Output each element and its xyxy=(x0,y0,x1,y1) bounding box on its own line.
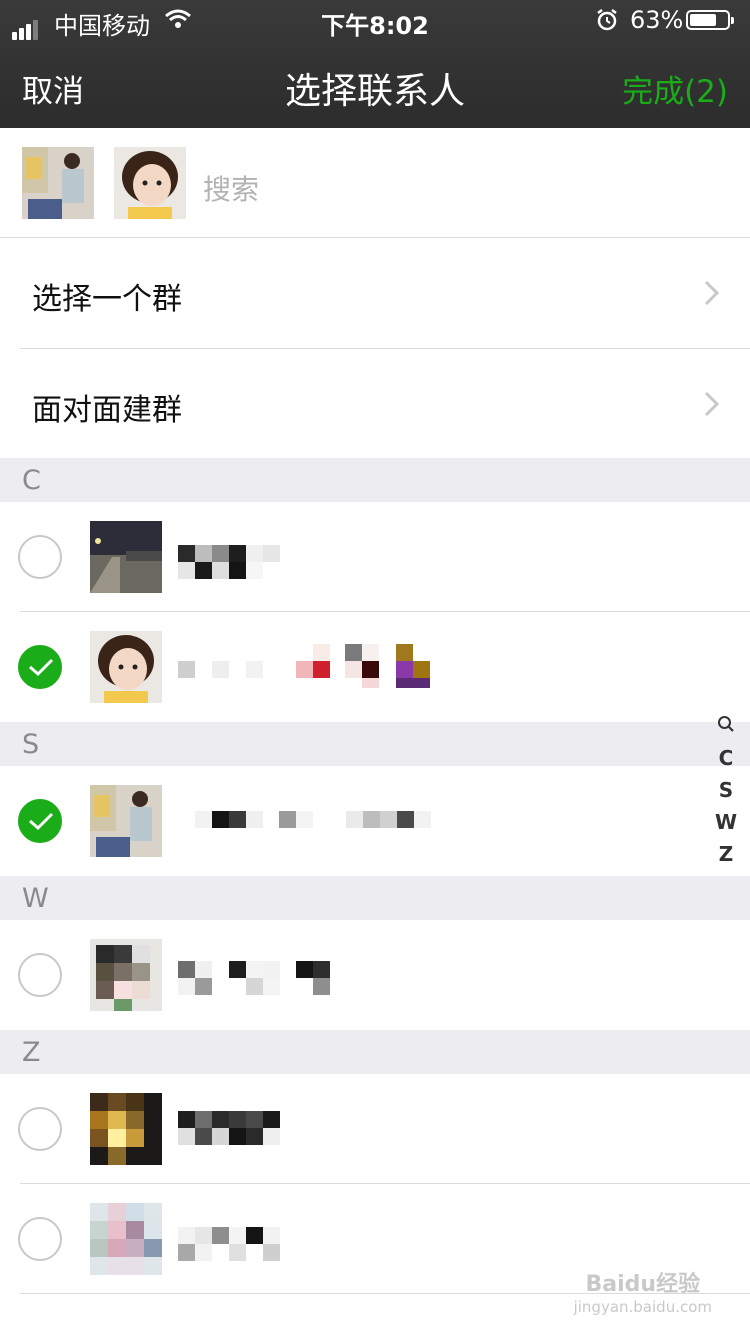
avatar xyxy=(90,1093,162,1165)
avatar xyxy=(90,1203,162,1275)
contact-row[interactable] xyxy=(0,920,750,1030)
section-letter: Z xyxy=(22,1037,41,1068)
top-bar: 中国移动 下午8:02 63% 取消 选择联系人 完成(2) xyxy=(0,0,750,128)
contact-row[interactable] xyxy=(0,766,750,876)
face-to-face-group-label: 面对面建群 xyxy=(32,393,182,428)
index-search-icon[interactable] xyxy=(714,710,738,742)
contact-row[interactable] xyxy=(0,502,750,612)
avatar xyxy=(90,521,162,593)
chevron-right-icon xyxy=(704,391,720,421)
index-letter[interactable]: S xyxy=(714,774,738,806)
avatar xyxy=(90,939,162,1011)
blurred-name xyxy=(178,1111,280,1149)
contact-row[interactable] xyxy=(0,612,750,722)
section-header-z: Z xyxy=(0,1030,750,1074)
avatar xyxy=(90,785,162,857)
index-letter[interactable]: C xyxy=(714,742,738,774)
select-group-label: 选择一个群 xyxy=(32,282,182,317)
selected-contacts-bar: 搜索 xyxy=(0,128,750,238)
battery-percent: 63% xyxy=(630,6,684,34)
avatar xyxy=(90,631,162,703)
done-button[interactable]: 完成(2) xyxy=(622,66,728,111)
index-letter[interactable]: Z xyxy=(714,838,738,870)
baidu-watermark: Baidu经验 jingyan.baidu.com xyxy=(574,1266,712,1316)
section-header-c: C xyxy=(0,458,750,502)
radio-checked-icon[interactable] xyxy=(18,645,62,689)
contact-row[interactable] xyxy=(0,1074,750,1184)
selected-avatar-2[interactable] xyxy=(114,147,186,219)
radio-checked-icon[interactable] xyxy=(18,799,62,843)
radio-unchecked[interactable] xyxy=(18,953,62,997)
section-letter: S xyxy=(22,729,40,760)
section-letter: W xyxy=(22,883,49,914)
blurred-name xyxy=(178,961,330,999)
chevron-right-icon xyxy=(704,280,720,310)
section-letter: C xyxy=(22,465,41,496)
blurred-name xyxy=(195,811,431,833)
radio-unchecked[interactable] xyxy=(18,535,62,579)
alarm-icon xyxy=(595,8,619,38)
search-input[interactable]: 搜索 xyxy=(203,168,259,208)
radio-unchecked[interactable] xyxy=(18,1217,62,1261)
select-group-row[interactable]: 选择一个群 xyxy=(0,238,750,348)
selected-avatar-1[interactable] xyxy=(22,147,94,219)
blurred-name xyxy=(178,545,282,583)
section-header-s: S xyxy=(0,722,750,766)
watermark-main: Baidu经验 xyxy=(585,1272,701,1297)
alphabet-index-bar[interactable]: C S W Z xyxy=(714,710,738,870)
face-to-face-group-row[interactable]: 面对面建群 xyxy=(0,349,750,459)
index-letter[interactable]: W xyxy=(714,806,738,838)
blurred-name xyxy=(178,1227,280,1265)
battery-icon xyxy=(686,10,734,30)
status-bar: 中国移动 下午8:02 63% xyxy=(0,0,750,40)
blurred-name xyxy=(178,643,432,693)
watermark-sub: jingyan.baidu.com xyxy=(573,1298,712,1316)
radio-unchecked[interactable] xyxy=(18,1107,62,1151)
section-header-w: W xyxy=(0,876,750,920)
